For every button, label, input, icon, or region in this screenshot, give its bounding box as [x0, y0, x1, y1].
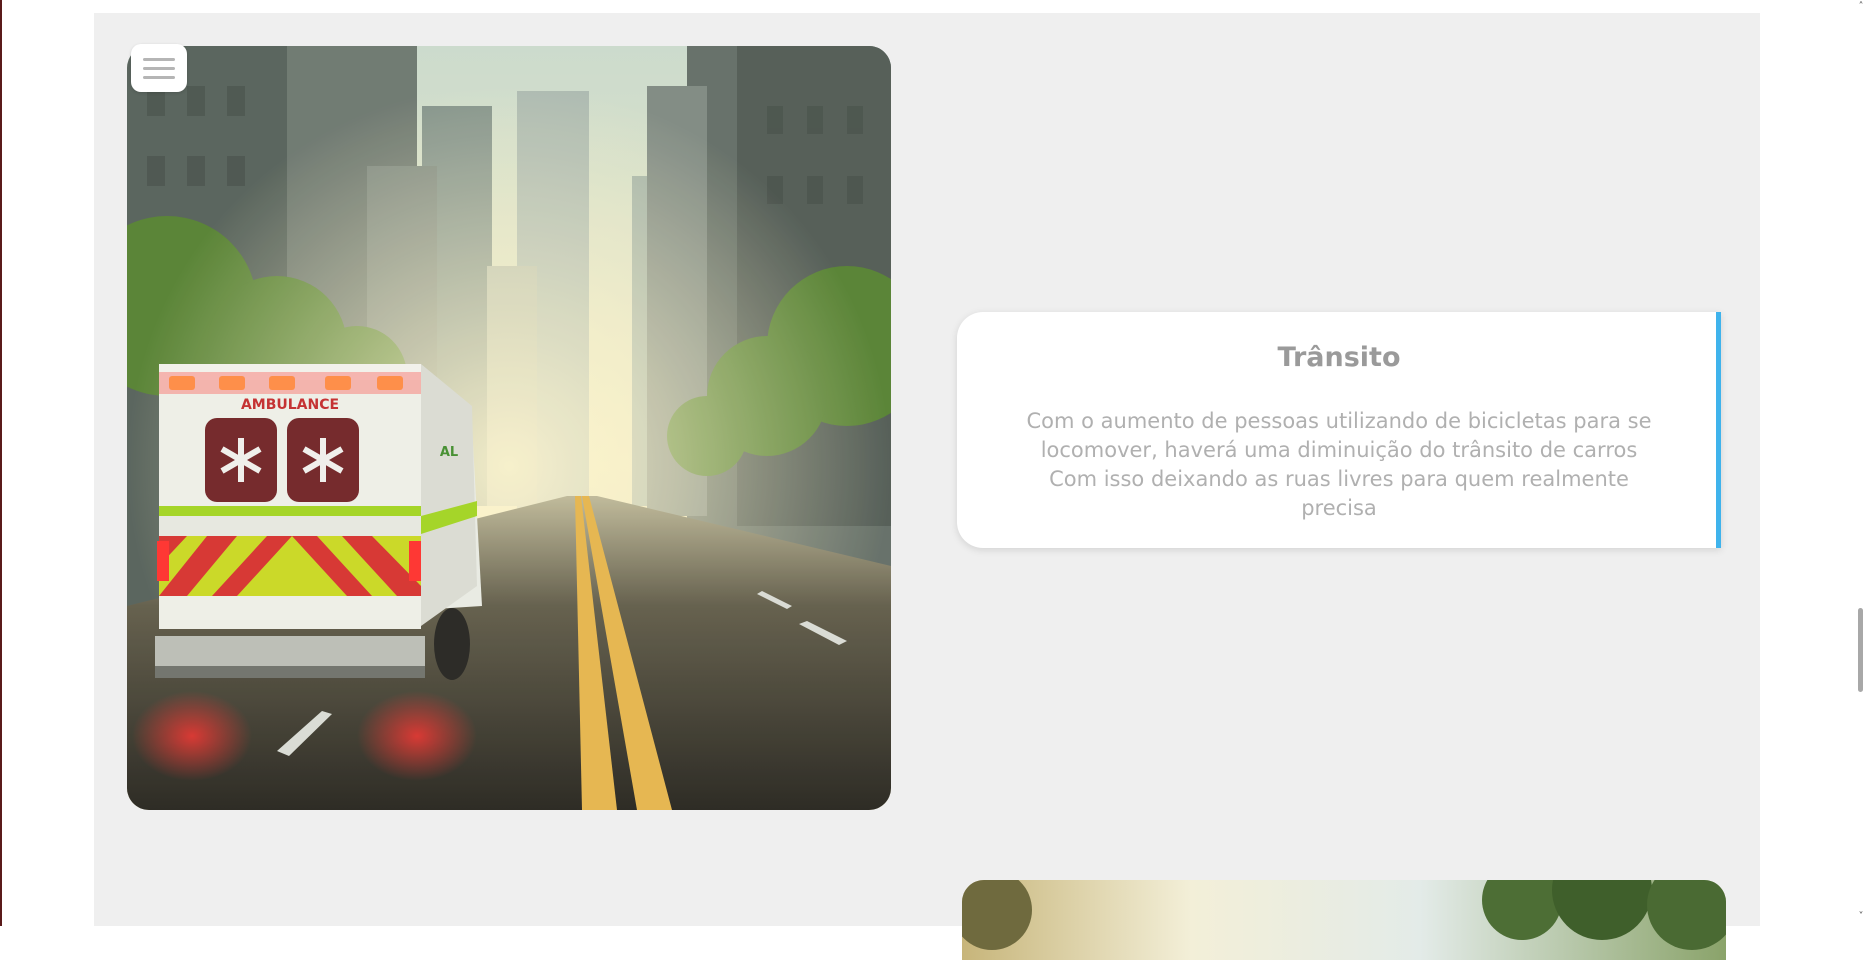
info-card-line: Com o aumento de pessoas utilizando de b… — [1026, 409, 1652, 434]
ambulance-image: AMBULANCE AL — [127, 46, 891, 810]
hamburger-menu-button[interactable] — [131, 44, 187, 92]
next-section-image — [962, 880, 1726, 960]
hamburger-menu-icon — [143, 57, 175, 61]
scroll-up-arrow-icon[interactable]: ˄ — [1855, 2, 1867, 12]
info-card-text: Com o aumento de pessoas utilizando de b… — [1009, 407, 1669, 523]
info-card-line: precisa — [1301, 496, 1377, 521]
transit-info-card: Trânsito Com o aumento de pessoas utiliz… — [957, 312, 1721, 548]
hamburger-menu-icon-bar — [143, 66, 175, 70]
info-card-line: locomover, haverá uma diminuição do trân… — [1040, 438, 1638, 463]
ambulance-illustration: AMBULANCE AL — [127, 46, 891, 810]
info-card-line: Com isso deixando as ruas livres para qu… — [1049, 467, 1629, 492]
hamburger-menu-icon-bar — [143, 75, 175, 79]
page-content: AMBULANCE AL Trânsito Com o aumento de p… — [94, 0, 1760, 960]
header-bottom-edge — [94, 0, 1760, 13]
info-card-title: Trânsito — [1277, 342, 1401, 373]
scroll-down-arrow-icon[interactable]: ˅ — [1855, 912, 1867, 922]
scrollbar-thumb[interactable] — [1858, 608, 1863, 692]
vertical-scrollbar[interactable] — [1852, 0, 1870, 926]
park-illustration — [962, 880, 1726, 960]
window-edge — [0, 0, 2, 926]
